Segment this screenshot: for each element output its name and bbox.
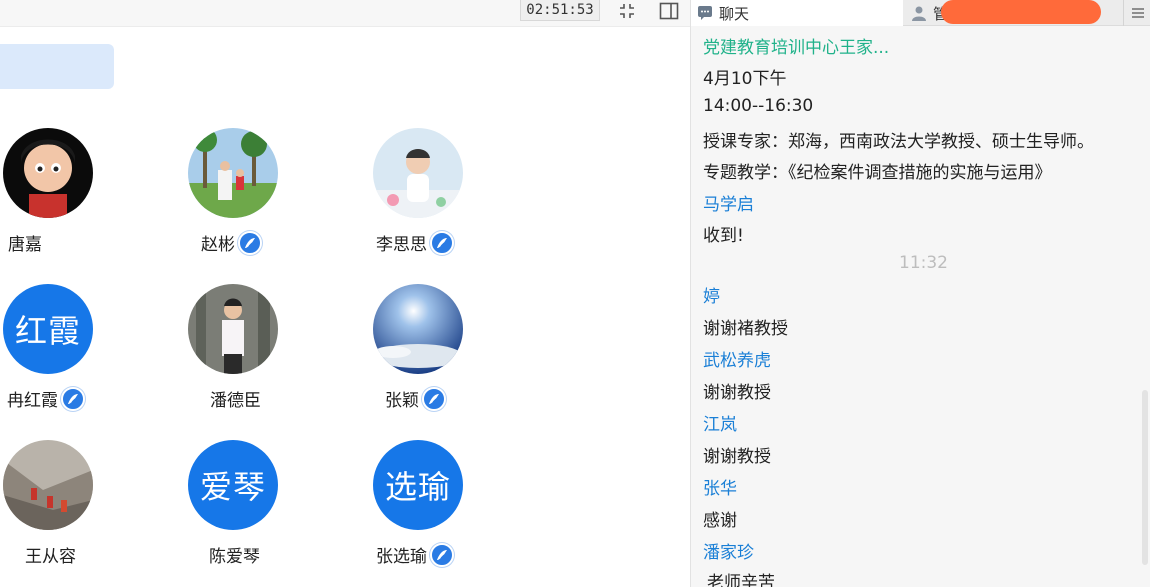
handwriting-badge-icon bbox=[238, 230, 262, 255]
avatar[interactable]: 红霞 bbox=[3, 284, 93, 374]
avatar[interactable] bbox=[188, 128, 278, 218]
member-name: 张颖 bbox=[385, 386, 446, 411]
chat-panel: 聊天 管 党建教育培训中心王家... 4月10下午 14:00--16:30 授课专家… bbox=[690, 0, 1150, 587]
exit-fullscreen-icon[interactable] bbox=[614, 0, 640, 21]
member-name: 李思思 bbox=[376, 230, 454, 255]
avatar[interactable]: 选瑜 bbox=[373, 440, 463, 530]
chat-message-text: 收到! bbox=[703, 226, 744, 246]
member-tile[interactable]: 李思思 bbox=[373, 128, 513, 268]
member-tile[interactable]: 王从容 bbox=[3, 440, 143, 580]
member-name-text: 张颖 bbox=[385, 391, 419, 411]
chat-message-text: 4月10下午 bbox=[703, 69, 787, 89]
member-name-text: 潘德臣 bbox=[210, 391, 261, 411]
chat-sender-name: 张华 bbox=[703, 479, 737, 499]
redaction-mark bbox=[941, 0, 1101, 24]
member-name: 张选瑜 bbox=[376, 542, 454, 567]
chat-timestamp: 11:32 bbox=[899, 253, 948, 273]
chat-message-text: 谢谢教授 bbox=[703, 383, 771, 403]
avatar[interactable]: 爱琴 bbox=[188, 440, 278, 530]
member-name: 赵彬 bbox=[201, 230, 262, 255]
member-name: 唐嘉 bbox=[8, 230, 42, 255]
app-window: 02:51:53 唐嘉 赵彬 李思思 红霞 冉红霞 潘德臣 张颖 王从容 爱琴 … bbox=[0, 0, 1150, 587]
chat-sender-name: 婷 bbox=[703, 287, 720, 307]
handwriting-badge-icon bbox=[61, 386, 85, 411]
handwriting-badge-icon bbox=[430, 230, 454, 255]
member-name: 王从容 bbox=[25, 542, 76, 567]
member-tile[interactable]: 唐嘉 bbox=[3, 128, 143, 268]
chat-sender-name: 党建教育培训中心王家... bbox=[703, 38, 890, 58]
chat-message-text: 谢谢教授 bbox=[703, 447, 771, 467]
chat-message-text: 授课专家：郑海，西南政法大学教授、硕士生导师。 bbox=[703, 132, 1094, 152]
member-name-text: 李思思 bbox=[376, 235, 427, 255]
chat-message-text: 专题教学：《纪检案件调查措施的实施与运用》 bbox=[703, 163, 1052, 183]
member-tile[interactable]: 张颖 bbox=[373, 284, 513, 424]
member-tile[interactable]: 红霞冉红霞 bbox=[3, 284, 143, 424]
meeting-timer: 02:51:53 bbox=[520, 0, 600, 21]
member-tile[interactable]: 赵彬 bbox=[188, 128, 328, 268]
chat-sender-name: 马学启 bbox=[703, 195, 754, 215]
member-name: 陈爱琴 bbox=[209, 542, 260, 567]
avatar[interactable] bbox=[188, 284, 278, 374]
avatar[interactable] bbox=[3, 440, 93, 530]
chat-message-text: 谢谢褚教授 bbox=[703, 319, 788, 339]
chat-sender-name: 江岚 bbox=[703, 415, 737, 435]
chat-sender-name: 潘家珍 bbox=[703, 543, 754, 563]
chat-message-text: 感谢 bbox=[703, 511, 737, 531]
chat-message-text: 14:00--16:30 bbox=[703, 96, 814, 116]
participant-panel: 02:51:53 唐嘉 赵彬 李思思 红霞 冉红霞 潘德臣 张颖 王从容 爱琴 … bbox=[0, 0, 690, 587]
user-icon bbox=[912, 6, 926, 21]
chat-scrollbar[interactable] bbox=[1142, 390, 1148, 565]
left-toolbar: 02:51:53 bbox=[0, 0, 690, 27]
menu-icon[interactable] bbox=[1123, 0, 1150, 26]
member-name-text: 陈爱琴 bbox=[209, 547, 260, 567]
chat-icon bbox=[698, 6, 712, 20]
highlight-box[interactable] bbox=[0, 44, 114, 89]
chat-sender-name: 武松养虎 bbox=[703, 351, 771, 371]
member-name-text: 张选瑜 bbox=[376, 547, 427, 567]
tab-chat[interactable]: 聊天 bbox=[691, 0, 903, 26]
member-name-text: 冉红霞 bbox=[7, 391, 58, 411]
chat-message-text: 老师辛苦 bbox=[707, 573, 775, 587]
member-name-text: 王从容 bbox=[25, 547, 76, 567]
member-tile[interactable]: 潘德臣 bbox=[188, 284, 328, 424]
member-name-text: 唐嘉 bbox=[8, 235, 42, 255]
sidebar-toggle-icon[interactable] bbox=[656, 0, 682, 21]
member-name: 冉红霞 bbox=[7, 386, 85, 411]
avatar[interactable] bbox=[373, 128, 463, 218]
avatar[interactable] bbox=[373, 284, 463, 374]
handwriting-badge-icon bbox=[430, 542, 454, 567]
member-name: 潘德臣 bbox=[210, 386, 261, 411]
panel-tabs: 聊天 管 bbox=[691, 0, 1150, 26]
member-tile[interactable]: 选瑜 张选瑜 bbox=[373, 440, 513, 580]
member-name-text: 赵彬 bbox=[201, 235, 235, 255]
handwriting-badge-icon bbox=[422, 386, 446, 411]
tab-chat-label: 聊天 bbox=[719, 4, 750, 23]
member-tile[interactable]: 爱琴 陈爱琴 bbox=[188, 440, 328, 580]
avatar[interactable] bbox=[3, 128, 93, 218]
